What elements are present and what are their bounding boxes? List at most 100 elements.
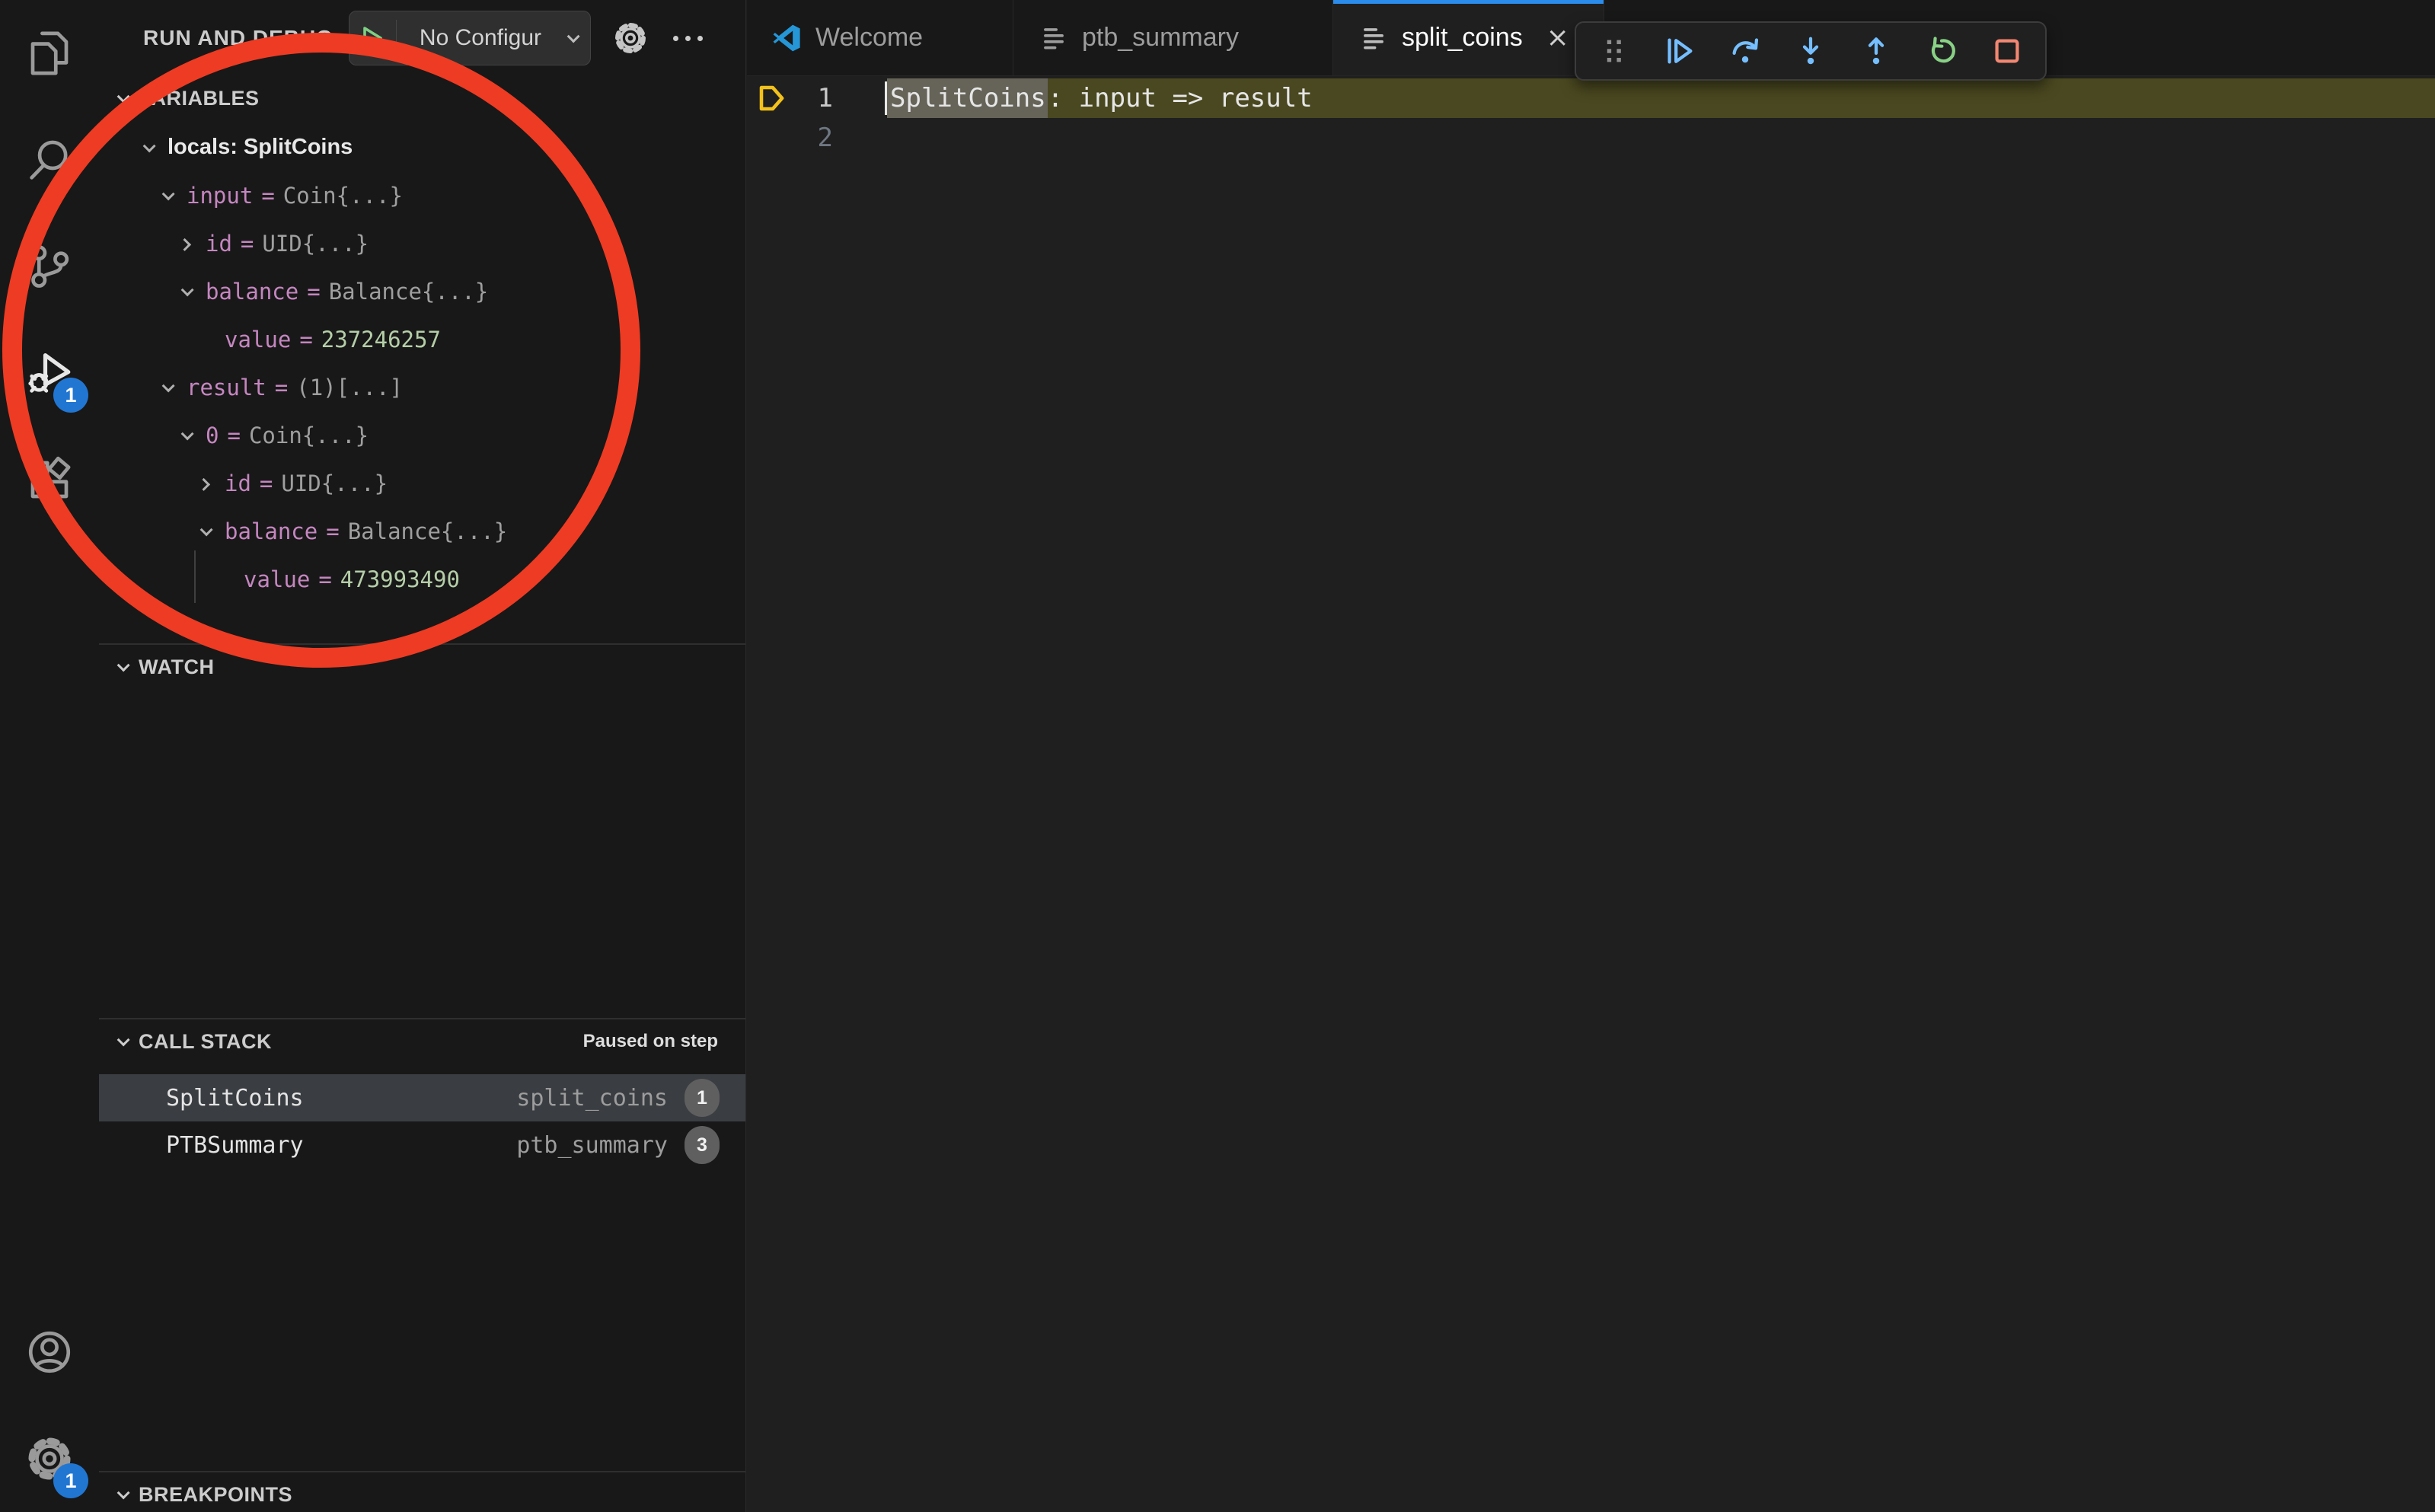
- variable-value: 237246257: [321, 327, 441, 352]
- run-and-debug-sidebar: RUN AND DEBUG No Configur: [99, 0, 746, 1512]
- variable-name: value: [225, 327, 291, 352]
- toolbar-drag-handle[interactable]: [1596, 33, 1632, 69]
- chevron-down-icon[interactable]: [134, 134, 161, 161]
- step-out-button[interactable]: [1858, 33, 1894, 69]
- breakpoints-section: BREAKPOINTS: [99, 1471, 745, 1512]
- variable-row-id2[interactable]: id = UID{...}: [99, 459, 745, 507]
- variable-name: id: [225, 471, 251, 496]
- activity-explorer[interactable]: [0, 0, 99, 107]
- activity-source-control[interactable]: [0, 213, 99, 320]
- variable-value: Balance{...}: [329, 279, 489, 305]
- chevron-right-icon[interactable]: [191, 470, 219, 497]
- variable-row-value2[interactable]: value = 473993490: [99, 555, 745, 603]
- code-editor[interactable]: 1 SplitCoins: input => result 2: [747, 76, 2435, 158]
- debug-settings-gear-button[interactable]: [609, 17, 652, 59]
- activity-run-and-debug[interactable]: 1: [0, 320, 99, 426]
- debug-count-badge: 1: [53, 378, 88, 413]
- equals-sign: =: [261, 183, 274, 209]
- step-over-button[interactable]: [1727, 33, 1763, 69]
- variable-value: UID{...}: [262, 231, 369, 257]
- scope-label: locals: SplitCoins: [168, 135, 353, 160]
- tab-welcome[interactable]: Welcome: [747, 0, 1013, 75]
- chevron-down-icon: [117, 659, 130, 671]
- variable-row-input[interactable]: input = Coin{...}: [99, 171, 745, 219]
- activity-settings[interactable]: 1: [0, 1405, 99, 1512]
- git-branch-icon: [24, 241, 75, 292]
- call-stack-section-header[interactable]: CALL STACK Paused on step: [99, 1019, 745, 1064]
- code-line-2[interactable]: 2: [747, 118, 2435, 158]
- chevron-down-icon[interactable]: [172, 278, 199, 305]
- step-into-icon: [1793, 33, 1828, 69]
- pane-title: RUN AND DEBUG: [143, 26, 333, 50]
- watch-section-header[interactable]: WATCH: [99, 645, 745, 689]
- breakpoints-section-header[interactable]: BREAKPOINTS: [99, 1472, 745, 1512]
- file-lines-icon: [1039, 24, 1068, 53]
- equals-sign: =: [307, 279, 320, 305]
- step-out-icon: [1859, 33, 1894, 69]
- equals-sign: =: [326, 518, 339, 544]
- chevron-down-icon: [117, 1033, 130, 1046]
- files-icon: [24, 28, 75, 78]
- stack-frame-row[interactable]: PTBSummary ptb_summary 3: [99, 1121, 745, 1169]
- gutter-line-1[interactable]: 1: [747, 78, 873, 118]
- editor-zone: Welcome ptb_summary: [747, 0, 2435, 1512]
- variable-name: balance: [206, 279, 298, 305]
- variable-name: 0: [206, 423, 219, 448]
- activity-account[interactable]: [0, 1299, 99, 1405]
- variable-row-0[interactable]: 0 = Coin{...}: [99, 411, 745, 459]
- call-stack-label: CALL STACK: [139, 1030, 272, 1054]
- start-debug-button[interactable]: [349, 20, 397, 56]
- equals-sign: =: [227, 423, 240, 448]
- frame-name: SplitCoins: [166, 1085, 304, 1112]
- stack-frame-row[interactable]: SplitCoins split_coins 1: [99, 1074, 745, 1121]
- activity-extensions[interactable]: [0, 426, 99, 533]
- close-icon[interactable]: ×: [1544, 24, 1572, 52]
- frame-line-badge: 1: [685, 1079, 720, 1117]
- variable-name: input: [187, 183, 253, 209]
- stop-button[interactable]: [1989, 33, 2025, 69]
- chevron-down-icon[interactable]: [153, 182, 180, 209]
- variables-section-header[interactable]: VARIABLES: [99, 76, 745, 120]
- chevron-down-icon[interactable]: [191, 518, 219, 545]
- more-actions-button[interactable]: [667, 23, 710, 53]
- watch-section: WATCH: [99, 643, 745, 1018]
- variables-section: VARIABLES locals: SplitCoins input = Coi…: [99, 76, 745, 643]
- variables-tree: locals: SplitCoins input = Coin{...} id …: [99, 120, 745, 603]
- grip-dots-icon: [1597, 33, 1632, 69]
- chevron-down-icon[interactable]: [153, 374, 180, 401]
- equals-sign: =: [260, 471, 273, 496]
- continue-button[interactable]: [1661, 33, 1698, 69]
- tab-split-coins[interactable]: split_coins ×: [1333, 0, 1604, 75]
- variable-name: id: [206, 231, 232, 257]
- restart-button[interactable]: [1923, 33, 1960, 69]
- line-number: 1: [818, 78, 833, 118]
- variable-row-result[interactable]: result = (1)[...]: [99, 363, 745, 411]
- extensions-icon: [24, 455, 75, 505]
- code-text: SplitCoins: input => result: [887, 78, 1313, 118]
- call-stack-section: CALL STACK Paused on step SplitCoins spl…: [99, 1018, 745, 1471]
- chevron-down-icon[interactable]: [172, 422, 199, 449]
- scope-row-locals[interactable]: locals: SplitCoins: [99, 123, 745, 171]
- indent-guide: [194, 550, 196, 603]
- gutter-line-2[interactable]: 2: [747, 118, 873, 158]
- variable-value: UID{...}: [281, 471, 388, 496]
- tab-ptb-summary[interactable]: ptb_summary: [1013, 0, 1333, 75]
- variable-row-balance[interactable]: balance = Balance{...}: [99, 267, 745, 315]
- step-over-icon: [1728, 33, 1763, 69]
- breakpoints-label: BREAKPOINTS: [139, 1483, 292, 1507]
- variable-row-balance2[interactable]: balance = Balance{...}: [99, 507, 745, 555]
- variable-row-value[interactable]: value = 237246257: [99, 315, 745, 363]
- launch-config-dropdown[interactable]: No Configur: [349, 11, 591, 65]
- chevron-down-icon: [567, 30, 580, 43]
- code-line-1[interactable]: 1 SplitCoins: input => result: [747, 78, 2435, 118]
- chevron-right-icon[interactable]: [172, 230, 199, 257]
- gear-icon: [612, 20, 649, 56]
- debug-pointer-icon: [756, 82, 788, 114]
- activity-search[interactable]: [0, 107, 99, 213]
- restart-icon: [1924, 33, 1959, 69]
- step-into-button[interactable]: [1792, 33, 1829, 69]
- vscode-window: 1 1: [0, 0, 2435, 1512]
- equals-sign: =: [275, 375, 288, 400]
- watch-label: WATCH: [139, 656, 214, 679]
- variable-row-id[interactable]: id = UID{...}: [99, 219, 745, 267]
